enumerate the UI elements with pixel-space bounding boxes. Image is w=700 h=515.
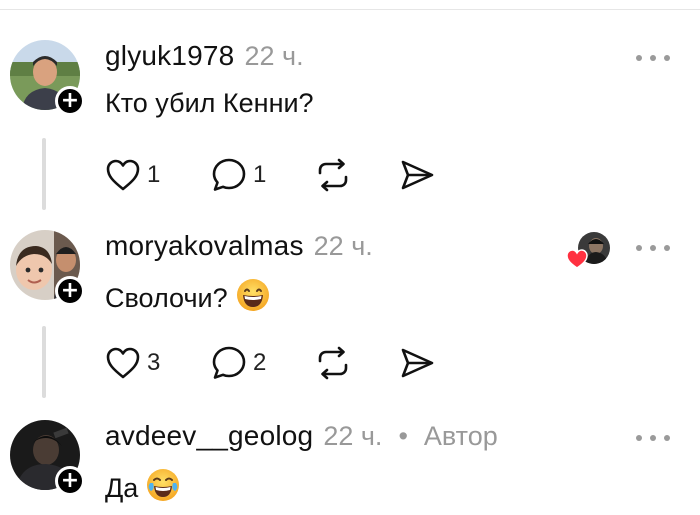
author-badge: Автор bbox=[423, 421, 498, 451]
username[interactable]: glyuk1978 bbox=[105, 40, 234, 72]
comment-text: Кто убил Кенни? bbox=[105, 88, 314, 119]
comment-text-content: Кто убил Кенни? bbox=[105, 88, 314, 118]
comment-text-content: Сволочи? bbox=[105, 283, 228, 313]
separator-dot: • bbox=[398, 421, 408, 451]
thread-line bbox=[42, 138, 46, 210]
send-icon bbox=[401, 348, 434, 378]
repost-button[interactable] bbox=[315, 343, 351, 383]
comment-text-content: Да bbox=[105, 473, 139, 503]
comment-header: moryakovalmas 22 ч. bbox=[105, 230, 373, 262]
grinning-face-emoji bbox=[236, 278, 270, 319]
more-icon[interactable] bbox=[636, 238, 670, 258]
share-button[interactable] bbox=[399, 155, 435, 195]
comment-text: Да bbox=[105, 468, 180, 509]
repost-icon bbox=[318, 158, 348, 192]
more-icon[interactable] bbox=[636, 428, 670, 448]
follow-button[interactable]: + bbox=[55, 466, 85, 496]
comment-text: Сволочи? bbox=[105, 278, 270, 319]
reply-button[interactable]: 1 bbox=[211, 155, 266, 195]
comment-icon bbox=[212, 158, 246, 191]
username[interactable]: avdeev__geolog bbox=[105, 420, 313, 452]
reply-button[interactable]: 2 bbox=[211, 343, 266, 383]
like-button[interactable]: 3 bbox=[105, 343, 160, 383]
heart-icon bbox=[566, 249, 588, 269]
reply-count: 1 bbox=[253, 161, 267, 188]
comment-icon bbox=[212, 346, 246, 379]
thread-line bbox=[42, 326, 46, 398]
share-button[interactable] bbox=[399, 343, 435, 383]
reply-count: 2 bbox=[253, 349, 267, 376]
follow-button[interactable]: + bbox=[55, 276, 85, 306]
like-button[interactable]: 1 bbox=[105, 155, 160, 195]
follow-button[interactable]: + bbox=[55, 86, 85, 116]
timestamp: 22 ч. bbox=[244, 41, 304, 71]
more-icon[interactable] bbox=[636, 48, 670, 68]
send-icon bbox=[401, 160, 434, 190]
username[interactable]: moryakovalmas bbox=[105, 230, 304, 262]
tears-of-joy-emoji bbox=[146, 468, 180, 509]
repost-button[interactable] bbox=[315, 155, 351, 195]
comment-header: avdeev__geolog 22 ч. • Автор bbox=[105, 420, 498, 452]
repost-icon bbox=[318, 346, 348, 380]
timestamp: 22 ч. bbox=[313, 231, 373, 261]
timestamp: 22 ч. bbox=[323, 421, 383, 451]
comment-header: glyuk1978 22 ч. bbox=[105, 40, 304, 72]
like-count: 3 bbox=[147, 349, 161, 376]
heart-icon bbox=[106, 159, 140, 191]
top-divider bbox=[0, 9, 700, 10]
like-count: 1 bbox=[147, 161, 161, 188]
heart-icon bbox=[106, 347, 140, 379]
